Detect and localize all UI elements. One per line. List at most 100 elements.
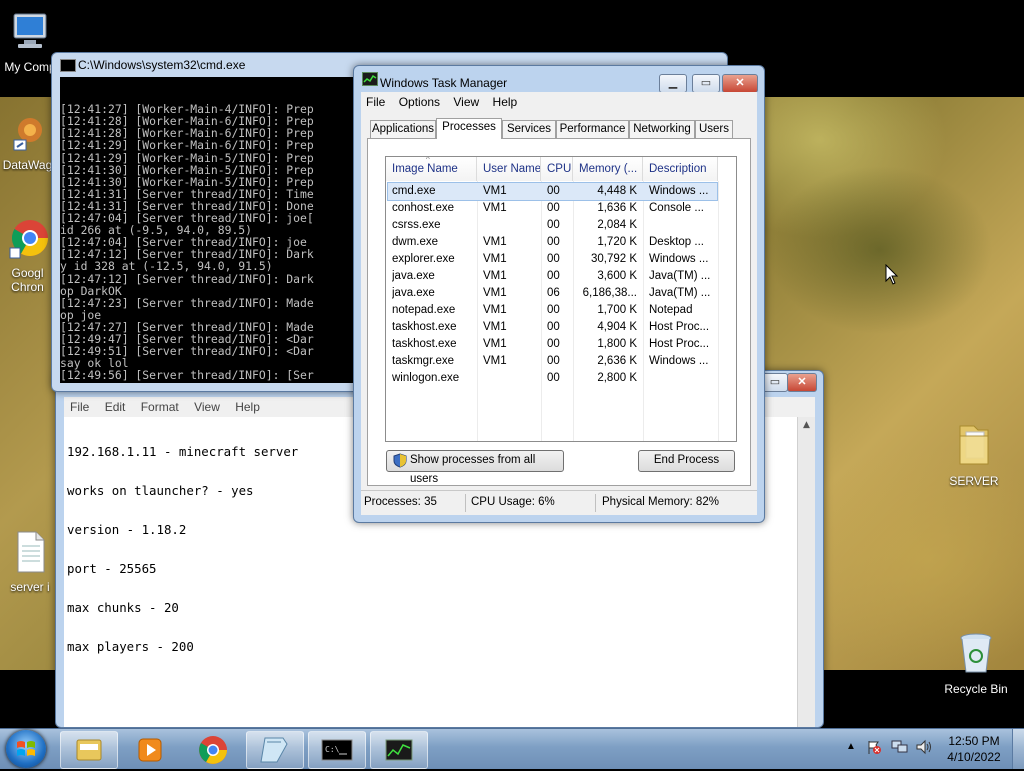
process-cell-cpu: 00 [547,253,560,265]
process-cell-user: VM1 [483,270,507,282]
taskbar-task-manager-button[interactable] [370,731,428,769]
process-cell-desc: Host Proc... [649,321,710,333]
task-manager-window[interactable]: Windows Task Manager ▁ ▭ ✕ File Options … [353,65,765,523]
tab-services[interactable]: Services [502,120,556,138]
process-cell-cpu: 00 [547,304,560,316]
process-row[interactable]: cmd.exe VM1 00 4,448 K Windows ... [387,182,718,201]
process-cell-desc: Desktop ... [649,236,704,248]
process-row[interactable]: explorer.exe VM1 00 30,792 K Windows ... [386,251,736,268]
end-process-button[interactable]: End Process [638,450,735,472]
process-cell-mem: 3,600 K [597,270,637,282]
process-list[interactable]: Image Name ^ User Name CPU Memory (... D… [385,156,737,442]
process-cell-user: VM1 [483,338,507,350]
process-cell-mem: 2,084 K [597,219,637,231]
process-cell-name: notepad.exe [392,304,456,316]
recycle-bin-desktop-icon[interactable]: Recycle Bin [938,630,1014,696]
notepad-menu-view[interactable]: View [188,397,226,414]
tm-menu-options[interactable]: Options [394,92,445,109]
process-cell-user: VM1 [483,355,507,367]
chrome-taskbar-icon [199,736,227,764]
process-row[interactable]: taskmgr.exe VM1 00 2,636 K Windows ... [386,353,736,370]
process-row[interactable]: winlogon.exe 00 2,800 K [386,370,736,387]
tm-menu-file[interactable]: File [361,92,390,109]
task-manager-minimize-button[interactable]: ▁ [659,74,687,93]
process-cell-desc: Windows ... [649,185,709,197]
tm-menu-help[interactable]: Help [488,92,523,109]
process-row[interactable]: dwm.exe VM1 00 1,720 K Desktop ... [386,234,736,251]
start-button[interactable] [6,730,46,768]
show-desktop-button[interactable] [1012,729,1024,769]
svg-text:C:\: C:\ [325,745,340,754]
process-cell-mem: 2,636 K [597,355,637,367]
taskbar-chrome-button[interactable] [184,731,242,769]
cmd-title: C:\Windows\system32\cmd.exe [78,58,246,72]
show-hidden-icons-arrow-icon[interactable]: ▲ [846,741,856,752]
tab-performance[interactable]: Performance [556,120,629,138]
tab-users[interactable]: Users [695,120,733,138]
taskbar-explorer-button[interactable] [60,731,118,769]
process-row[interactable]: java.exe VM1 06 6,186,38... Java(TM) ... [386,285,736,302]
task-manager-client-area: File Options View Help Applications Proc… [361,92,757,515]
server-folder-desktop-icon[interactable]: SERVER [938,420,1010,488]
process-row[interactable]: taskhost.exe VM1 00 1,800 K Host Proc... [386,336,736,353]
process-row[interactable]: conhost.exe VM1 00 1,636 K Console ... [386,200,736,217]
process-cell-name: explorer.exe [392,253,455,265]
chrome-desktop-icon[interactable]: Googl Chron [0,216,55,294]
tab-processes[interactable]: Processes [436,118,502,139]
uac-shield-icon [393,453,407,475]
taskbar-media-player-button[interactable] [122,731,180,769]
process-cell-desc [649,217,715,234]
notepad-menu-file[interactable]: File [64,397,95,414]
status-divider [595,494,596,512]
taskbar: C:\ ▲ 12:50 PM 4/10/2022 [0,728,1024,769]
clock[interactable]: 12:50 PM 4/10/2022 [946,734,1002,764]
process-row[interactable]: java.exe VM1 00 3,600 K Java(TM) ... [386,268,736,285]
notepad-close-button[interactable]: ✕ [787,373,817,392]
process-cell-user: VM1 [483,287,507,299]
process-cell-name: csrss.exe [392,219,441,231]
show-all-processes-label: Show processes from all users [410,454,536,485]
volume-icon[interactable] [915,739,933,758]
process-cell-cpu: 06 [547,287,560,299]
status-divider [465,494,466,512]
taskbar-notepad-button[interactable] [246,731,304,769]
task-manager-titlebar[interactable]: Windows Task Manager ▁ ▭ ✕ [354,66,764,93]
tm-menu-view[interactable]: View [448,92,484,109]
notepad-maximize-button[interactable]: ▭ [762,373,788,392]
process-cell-mem: 1,700 K [597,304,637,316]
server-file-desktop-icon[interactable]: server i [0,530,60,594]
notepad-menu-help[interactable]: Help [229,397,266,414]
recycle-bin-icon [938,630,1014,679]
notepad-menu-format[interactable]: Format [135,397,185,414]
column-header-user-name[interactable]: User Name [477,157,541,181]
process-row[interactable]: notepad.exe VM1 00 1,700 K Notepad [386,302,736,319]
taskbar-cmd-button[interactable]: C:\ [308,731,366,769]
column-header-memory[interactable]: Memory (... [573,157,643,181]
text-document-icon [0,530,60,577]
tab-applications[interactable]: Applications [370,120,436,138]
show-all-processes-button[interactable]: Show processes from all users [386,450,564,485]
task-manager-maximize-button[interactable]: ▭ [692,74,720,93]
process-cell-cpu: 00 [547,372,560,384]
task-manager-close-button[interactable]: ✕ [722,74,758,93]
notepad-line: port - 25565 [67,561,157,576]
process-cell-desc: Notepad [649,304,693,316]
scroll-up-arrow-icon[interactable]: ▲ [798,417,815,430]
process-cell-cpu: 00 [547,202,560,214]
datawag-desktop-icon[interactable]: DataWag [0,112,55,172]
process-cell-desc [649,370,715,387]
tab-networking[interactable]: Networking [629,120,695,138]
process-cell-user: VM1 [483,321,507,333]
network-icon[interactable] [891,739,909,758]
notepad-vertical-scrollbar[interactable]: ▲ [797,417,815,727]
task-manager-taskbar-icon [385,739,413,761]
process-cell-cpu: 00 [547,185,560,197]
notepad-menu-edit[interactable]: Edit [99,397,132,414]
process-row[interactable]: csrss.exe 00 2,084 K [386,217,736,234]
action-center-flag-icon[interactable] [866,739,882,758]
column-header-description[interactable]: Description [643,157,718,181]
column-header-image-name[interactable]: Image Name ^ [386,157,477,181]
notepad-taskbar-icon [260,737,288,763]
process-row[interactable]: taskhost.exe VM1 00 4,904 K Host Proc... [386,319,736,336]
column-header-cpu[interactable]: CPU [541,157,573,181]
